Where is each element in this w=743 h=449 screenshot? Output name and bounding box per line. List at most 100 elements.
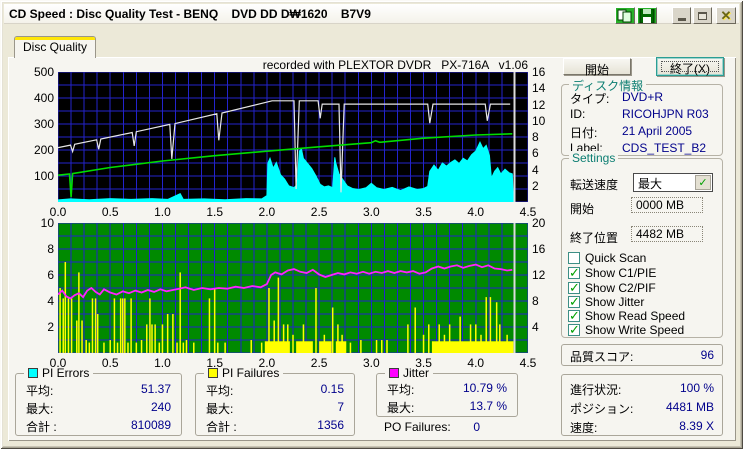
app-window: CD Speed : Disc Quality Test - BENQ DVD … bbox=[0, 0, 743, 449]
show-jitter-checkbox[interactable] bbox=[568, 294, 580, 310]
axis-tick-label: 4 bbox=[532, 162, 539, 177]
axis-tick-label: 4.5 bbox=[519, 356, 537, 370]
axis-tick-label: 4.0 bbox=[467, 205, 485, 219]
pi-errors-max: 240 bbox=[150, 400, 171, 414]
axis-tick-label: 2.5 bbox=[310, 356, 328, 370]
stat-label: 合計 : bbox=[206, 420, 237, 434]
show-c2-pif-checkbox[interactable] bbox=[568, 280, 580, 296]
show-write-speed-checkbox[interactable] bbox=[568, 322, 580, 338]
disc-type-label: タイプ: bbox=[570, 92, 610, 106]
axis-tick-label: 2 bbox=[47, 320, 54, 334]
po-failures-row: PO Failures: 0 bbox=[384, 420, 480, 434]
maximize-icon bbox=[698, 11, 707, 20]
axis-tick-label: 1.0 bbox=[154, 356, 171, 370]
minimize-button[interactable] bbox=[672, 7, 691, 24]
disc-label-value: CDS_TEST_B2 bbox=[622, 141, 707, 155]
axis-tick-label: 16 bbox=[532, 242, 546, 256]
copy-results-button[interactable] bbox=[615, 7, 635, 24]
start-button[interactable]: 開始 bbox=[563, 58, 631, 77]
pi-errors-total: 810089 bbox=[130, 418, 171, 432]
settings-group: Settings 転送速度 最大 ✓ 開始 0000 MB 終了位置 4482 … bbox=[561, 151, 723, 338]
stat-label: 平均: bbox=[206, 384, 234, 398]
pi-failures-total: 1356 bbox=[317, 418, 344, 432]
focus-rect bbox=[661, 61, 719, 72]
axis-tick-label: 4 bbox=[532, 320, 539, 334]
exit-button[interactable]: 終了(X) bbox=[656, 57, 724, 76]
maximize-button[interactable] bbox=[693, 7, 712, 24]
save-results-button[interactable] bbox=[637, 7, 657, 24]
axis-tick-label: 12 bbox=[532, 97, 546, 112]
axis-tick-label: 6 bbox=[532, 146, 539, 161]
recorded-with-label: recorded with PLEXTOR DVDR PX-716A v1.06 bbox=[262, 58, 528, 72]
axis-tick-label: 10 bbox=[40, 216, 54, 230]
axis-tick-label: 2.0 bbox=[258, 205, 276, 219]
show-c1-pie-checkbox[interactable] bbox=[568, 265, 580, 281]
show-write-speed-checkbox-row[interactable]: Show Write Speed bbox=[568, 322, 684, 338]
axis-tick-label: 1.5 bbox=[206, 205, 223, 219]
po-failures-value: 0 bbox=[473, 420, 480, 434]
tab-disc-quality[interactable]: Disc Quality bbox=[14, 36, 96, 58]
po-failures-label: PO Failures: bbox=[384, 420, 451, 434]
speed-label: 転送速度 bbox=[570, 178, 619, 192]
quality-score-label: 品質スコア: bbox=[570, 350, 634, 364]
speed-selected-value: 最大 bbox=[638, 177, 663, 191]
end-position-input[interactable]: 4482 MB bbox=[631, 226, 703, 242]
settings-title: Settings bbox=[569, 151, 619, 165]
axis-tick-label: 6 bbox=[47, 268, 54, 282]
show-jitter-checkbox-row[interactable]: Show Jitter bbox=[568, 294, 644, 310]
position-label: ポジション: bbox=[570, 402, 634, 416]
tab-page: recorded with PLEXTOR DVDR PX-716A v1.06… bbox=[8, 57, 736, 441]
show-c1-pie-checkbox-row[interactable]: Show C1/PIE bbox=[568, 265, 656, 281]
quick-scan-checkbox-row[interactable]: Quick Scan bbox=[568, 251, 646, 265]
axis-tick-label: 3.5 bbox=[415, 205, 432, 219]
speed-select[interactable]: 最大 ✓ bbox=[633, 173, 713, 192]
stat-label: 平均: bbox=[26, 384, 54, 398]
tab-label: Disc Quality bbox=[22, 40, 87, 54]
start-position-label: 開始 bbox=[570, 202, 595, 216]
stat-label: 合計 : bbox=[26, 420, 57, 434]
axis-tick-label: 8 bbox=[532, 130, 539, 144]
axis-tick-label: 100 bbox=[33, 169, 54, 183]
speed-value: 8.39 X bbox=[679, 419, 714, 433]
pi-failures-max: 7 bbox=[337, 400, 344, 414]
quality-score-value: 96 bbox=[700, 348, 714, 362]
axis-tick-label: 300 bbox=[33, 117, 54, 131]
axis-tick-label: 2.0 bbox=[258, 356, 276, 370]
quick-scan-checkbox[interactable] bbox=[568, 252, 580, 264]
axis-tick-label: 200 bbox=[33, 143, 54, 157]
jitter-max: 13.7 % bbox=[469, 399, 507, 413]
axis-tick-label: 1.5 bbox=[206, 356, 223, 370]
axis-tick-label: 8 bbox=[532, 294, 539, 308]
progress-value: 100 % bbox=[679, 381, 714, 395]
axis-tick-label: 14 bbox=[532, 81, 546, 96]
jitter-stats-box: Jitter 平均: 10.79 % 最大: 13.7 % bbox=[376, 366, 518, 417]
pi-failures-jitter-chart bbox=[58, 223, 528, 353]
pi-errors-avg: 51.37 bbox=[140, 382, 171, 396]
close-button[interactable]: ✕ bbox=[716, 7, 736, 24]
axis-tick-label: 10 bbox=[532, 113, 546, 128]
axis-tick-label: 2 bbox=[532, 178, 539, 193]
axis-tick-label: 4.0 bbox=[467, 356, 485, 370]
axis-tick-label: 12 bbox=[532, 268, 546, 282]
window-title: CD Speed : Disc Quality Test - BENQ DVD … bbox=[9, 6, 371, 21]
close-icon: ✕ bbox=[720, 8, 732, 23]
title-bar[interactable]: CD Speed : Disc Quality Test - BENQ DVD … bbox=[4, 4, 739, 24]
quality-score-box: 品質スコア: 96 bbox=[561, 344, 723, 366]
chevron-down-icon[interactable]: ✓ bbox=[695, 175, 711, 190]
start-position-input[interactable]: 0000 MB bbox=[631, 197, 703, 213]
jitter-avg: 10.79 % bbox=[462, 381, 507, 395]
axis-tick-label: 500 bbox=[33, 65, 54, 79]
disc-id-label: ID: bbox=[570, 107, 586, 121]
axis-tick-label: 400 bbox=[33, 91, 54, 105]
stat-label: 最大: bbox=[206, 402, 234, 416]
axis-tick-label: 0.0 bbox=[49, 356, 67, 370]
axis-tick-label: 0.5 bbox=[101, 205, 119, 219]
end-position-label: 終了位置 bbox=[570, 231, 619, 245]
show-read-speed-checkbox[interactable] bbox=[568, 308, 580, 324]
disc-date-label: 日付: bbox=[570, 126, 598, 140]
axis-tick-label: 16 bbox=[532, 65, 546, 79]
pi-failures-stats-box: PI Failures 平均: 0.15 最大: 7 合計 :1356 bbox=[195, 366, 355, 436]
show-c2-pif-checkbox-row[interactable]: Show C2/PIF bbox=[568, 280, 656, 296]
speed-label: 速度: bbox=[570, 421, 598, 435]
show-read-speed-checkbox-row[interactable]: Show Read Speed bbox=[568, 308, 685, 324]
